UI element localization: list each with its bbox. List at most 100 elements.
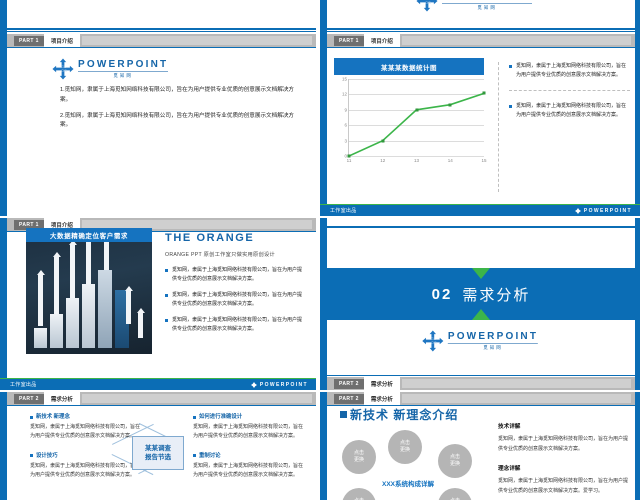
detail-body-2: 觅知网，隶属于上海觅知网络科技有限公司，旨在为用户提供专业优质的创意展示文档解决…: [498, 478, 629, 494]
slide5-block-3: 如何进行准确设计 觅知网，隶属于上海觅知网络科技有限公司，旨在为用户提供专业优质…: [193, 412, 306, 442]
slide-thumbnail-1[interactable]: PART 1 项目介绍 GL OO POWERPOINT 觅知网 1.觅知网，隶…: [0, 0, 316, 216]
logo-chinese: 觅知网: [113, 72, 133, 78]
block-body: 觅知网，隶属于上海觅知网络科技有限公司，旨在为用户提供专业优质的创意展示文档解决…: [193, 462, 304, 478]
bullet-square-icon: [165, 268, 168, 272]
block-body: 觅知网，隶属于上海觅知网络科技有限公司，旨在为用户提供专业优质的创意展示文档解决…: [30, 424, 141, 440]
placeholder-circle-4[interactable]: 点击 更换: [342, 488, 376, 500]
logo-wordmark: POWERPOINT: [442, 0, 532, 2]
part-filler: [401, 379, 631, 388]
slide-left-spine: [320, 392, 327, 500]
part-title: 项目介绍: [363, 34, 400, 47]
svg-text:OO: OO: [425, 1, 431, 5]
top-rule: [327, 28, 635, 30]
center-node: 某某调查 报告节选: [132, 436, 184, 470]
logo-chinese: 觅知网: [483, 344, 503, 350]
slide-footer: 工作室出品 POWERPOINT: [320, 205, 640, 216]
slide-thumbnail-5[interactable]: PART 2 需求分析 新技术 新理念 觅知网，隶属于上海觅知网络科技有限公司，…: [0, 392, 316, 500]
slide6-mid-label: XXX系统构成详解: [382, 481, 435, 488]
brand-logo-1: GL OO POWERPOINT 觅知网: [52, 58, 169, 80]
chart-x-tick: 14: [447, 158, 453, 163]
slide-left-spine: [320, 218, 327, 390]
block-heading: 新技术 新理念: [30, 412, 143, 420]
block-heading: 设计技巧: [30, 451, 143, 459]
chart-data-point: [482, 91, 486, 95]
slide3-bullet-1: 觅知网，隶属于上海觅知网络科技有限公司，旨在为用户提供专业优质的创意展示文档解决…: [165, 266, 304, 283]
bullet-text: 觅知网，隶属于上海觅知网络科技有限公司，旨在为用户提供专业优质的创意展示文档解决…: [172, 267, 303, 282]
section-number: 02: [431, 285, 453, 303]
placeholder-circle-1[interactable]: 点击 更换: [342, 440, 376, 474]
placeholder-circle-3[interactable]: 点击 更换: [438, 444, 472, 478]
block-heading: 如何进行准确设计: [193, 412, 306, 420]
bullet-square-icon: [30, 415, 33, 419]
part-title: 项目介绍: [43, 34, 80, 47]
bullet-text: 觅知网，隶属于上海觅知网络科技有限公司，旨在为用户提供专业优质的创意展示文档解决…: [516, 103, 627, 118]
chart-y-tick: 9: [344, 107, 347, 113]
block-heading: 重制讨论: [193, 451, 306, 459]
chart-gridline: [349, 156, 484, 157]
bullet-square-icon: [165, 318, 168, 322]
placeholder-circle-2[interactable]: 点击 更换: [388, 430, 422, 464]
circle-line-2: 更换: [353, 457, 364, 463]
center-node-line-1: 某某调查: [145, 444, 171, 452]
slide5-left-column: 新技术 新理念 觅知网，隶属于上海觅知网络科技有限公司，旨在为用户提供专业优质的…: [30, 412, 143, 489]
slide-footer: 工作室出品 POWERPOINT: [0, 379, 316, 390]
part-header-2: PART 1 项目介绍: [327, 34, 635, 47]
brand-logo-4: GL OO POWERPOINT 觅知网: [422, 330, 539, 352]
slide5-block-1: 新技术 新理念 觅知网，隶属于上海觅知网络科技有限公司，旨在为用户提供专业优质的…: [30, 412, 143, 442]
chart-y-tick: 3: [344, 138, 347, 144]
chart-data-point: [347, 154, 351, 158]
slide-thumbnail-6[interactable]: PART 2 需求分析 新技术 新理念介绍 点击 更换 点击 更换 点击 更换: [320, 392, 640, 500]
compass-arrow-icon: GL OO: [52, 58, 74, 80]
chart-x-tick: 11: [346, 158, 352, 163]
compass-arrow-icon: GL OO: [422, 330, 444, 352]
part-title: 需求分析: [363, 392, 400, 405]
logo-wordmark: POWERPOINT: [78, 59, 169, 70]
bullet-square-icon: [193, 415, 196, 419]
part-title: 需求分析: [43, 392, 80, 405]
block-heading-text: 设计技巧: [36, 452, 58, 459]
diamond-icon: [574, 207, 581, 214]
slide2-bullets: 觅知网，隶属于上海觅知网络科技有限公司，旨在为用户提供专业优质的创意展示文档解决…: [498, 62, 630, 192]
slide-thumbnail-4[interactable]: 02 需求分析 GL OO POWERPOINT 觅知网 PART 2 需求分析: [320, 218, 640, 390]
part-tag: PART 1: [334, 35, 364, 46]
chart-y-tick: 15: [341, 76, 347, 82]
footer-left: 工作室出品: [10, 382, 37, 388]
chart-title: 某某某数据统计图: [334, 58, 484, 75]
header-rule: [327, 47, 635, 48]
diamond-icon: [250, 381, 257, 388]
logo-rule: [78, 71, 169, 72]
slide-left-spine: [0, 0, 7, 216]
svg-text:OO: OO: [431, 341, 437, 345]
circle-line-2: 更换: [399, 447, 410, 453]
chart-data-point: [415, 108, 418, 112]
bullet-square-icon: [509, 104, 512, 108]
part-filler: [81, 36, 312, 45]
placeholder-circle-5[interactable]: 点击 更换: [438, 488, 472, 500]
bullet-text: 觅知网，隶属于上海觅知网络科技有限公司，旨在为用户提供专业优质的创意展示文档解决…: [172, 292, 303, 307]
part-filler: [81, 394, 312, 403]
top-rule-2: [327, 31, 635, 32]
slide-thumbnail-2[interactable]: GL OO POWERPOINT 觅知网 PART 1 项目介绍: [320, 0, 640, 216]
bottom-rule: [327, 375, 635, 376]
part-header-next: PART 2 需求分析: [327, 377, 635, 390]
slide-right-spine: [635, 392, 640, 500]
logo-chinese: 觅知网: [477, 4, 497, 10]
footer-left: 工作室出品: [330, 208, 357, 214]
slide-right-spine: [635, 0, 640, 216]
bullet-square-icon: [509, 64, 512, 68]
footer-right: POWERPOINT: [574, 207, 632, 214]
big-data-image: 大数据精确定位客户需求: [26, 228, 152, 354]
footer-right-label: POWERPOINT: [583, 207, 632, 214]
section-title: 需求分析: [462, 286, 531, 304]
slide3-bullet-3: 觅知网，隶属于上海觅知网络科技有限公司，旨在为用户提供专业优质的创意展示文档解决…: [165, 316, 304, 333]
logo-wordmark: POWERPOINT: [447, 331, 539, 342]
slide1-item-1: 1.觅知网，隶属于上海觅知网络科技有限公司，旨在为用户提供专业优质的创意展示文档…: [60, 87, 295, 103]
chart-y-tick: 12: [341, 91, 347, 97]
chart-y-tick: 6: [344, 122, 347, 128]
part-tag: PART 1: [14, 35, 44, 46]
slide1-body: 1.觅知网，隶属于上海觅知网络科技有限公司，旨在为用户提供专业优质的创意展示文档…: [60, 86, 298, 137]
slide-thumbnail-3[interactable]: PART 1 项目介绍 大数据精确定位客户需求 THE ORANGE ORANG…: [0, 218, 316, 390]
slide6-heading-text: 新技术 新理念介绍: [350, 408, 459, 422]
divider: [509, 90, 630, 91]
section-title-group: 02 需求分析: [327, 268, 635, 320]
